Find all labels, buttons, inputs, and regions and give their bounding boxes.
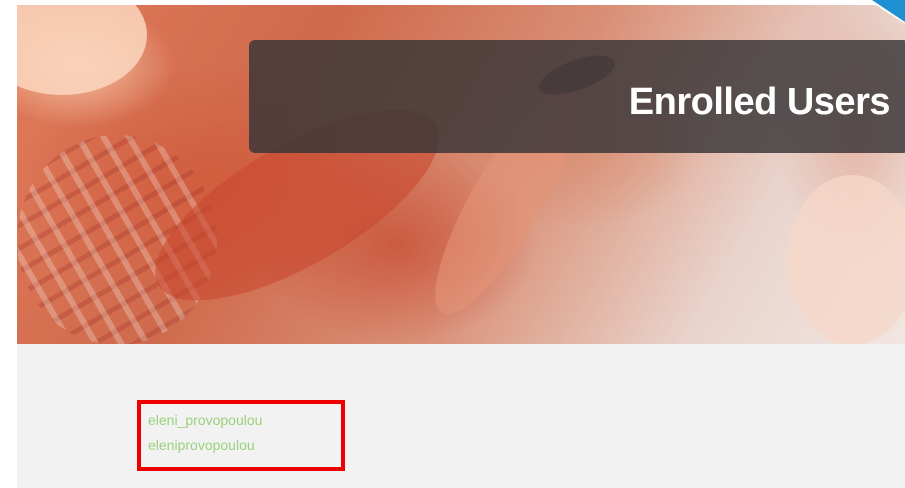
page-title-box: Enrolled Users [249,40,905,153]
banner-hand [787,175,905,344]
page-title: Enrolled Users [628,81,891,123]
corner-accent-icon [872,0,905,22]
page: Enrolled Users eleni_provopoulou elenipr… [0,0,905,488]
user-link[interactable]: eleniprovopoulou [148,436,255,454]
banner-face [17,5,147,95]
user-link[interactable]: eleni_provopoulou [148,411,262,429]
